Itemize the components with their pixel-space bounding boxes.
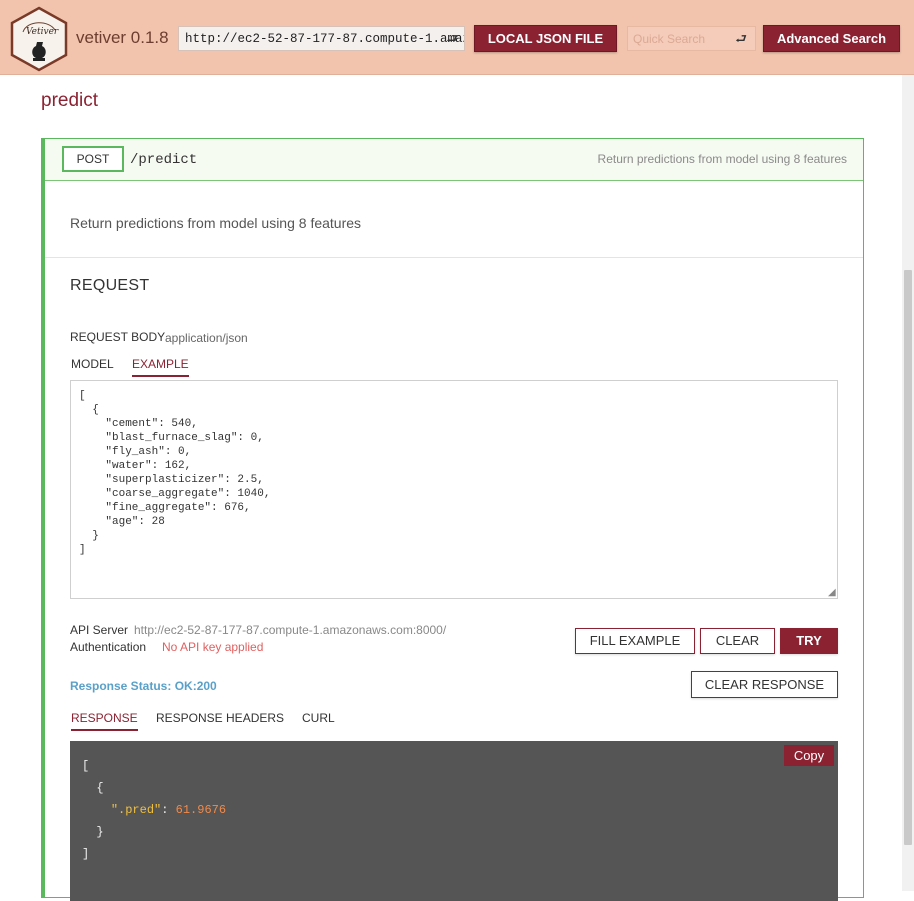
spec-url-input[interactable]: http://ec2-52-87-177-87.compute-1.amazo … [178, 26, 465, 51]
operation-summary: Return predictions from model using 8 fe… [597, 152, 847, 166]
tab-model[interactable]: MODEL [71, 357, 114, 375]
local-json-file-button[interactable]: LOCAL JSON FILE [474, 25, 617, 52]
response-status: Response Status: OK:200 [70, 679, 217, 693]
tab-curl[interactable]: CURL [302, 711, 335, 729]
vetiver-logo: Vetiver [9, 6, 69, 72]
authentication-value: No API key applied [162, 640, 264, 654]
return-arrow-icon[interactable]: ⮐ [735, 30, 747, 52]
clear-button[interactable]: CLEAR [700, 628, 775, 654]
response-status-label: Response Status: [70, 679, 172, 693]
request-title: REQUEST [70, 277, 150, 294]
fill-example-button[interactable]: FILL EXAMPLE [575, 628, 695, 654]
return-arrow-icon[interactable]: ⮐ [446, 30, 458, 50]
response-key: ".pred" [110, 803, 162, 817]
top-header: Vetiver vetiver 0.1.8 http://ec2-52-87-1… [0, 0, 914, 75]
try-button[interactable]: TRY [780, 628, 838, 654]
method-badge: POST [62, 146, 124, 172]
clear-response-button[interactable]: CLEAR RESPONSE [691, 671, 838, 698]
scrollbar-thumb[interactable] [904, 270, 912, 845]
app-title: vetiver 0.1.8 [76, 28, 169, 47]
operation-description: Return predictions from model using 8 fe… [70, 215, 362, 231]
page-heading: predict [41, 90, 99, 111]
response-json: [ { ".pred": 61.9676 } ] [82, 759, 227, 861]
response-value: 61.9676 [175, 803, 227, 817]
quick-search-input[interactable]: Quick Search ⮐ [627, 26, 756, 51]
tab-response[interactable]: RESPONSE [71, 711, 138, 731]
vertical-scrollbar[interactable] [902, 75, 914, 891]
quick-search-placeholder: Quick Search [633, 32, 706, 46]
spec-url-value: http://ec2-52-87-177-87.compute-1.amazo [185, 32, 465, 46]
divider [45, 257, 863, 258]
operation-card: POST /predict Return predictions from mo… [41, 138, 864, 901]
resize-grip-icon[interactable]: ◢ [828, 587, 836, 598]
tab-response-headers[interactable]: RESPONSE HEADERS [156, 711, 284, 729]
logo-text: Vetiver [26, 27, 59, 37]
operation-path: /predict [130, 152, 198, 168]
advanced-search-button[interactable]: Advanced Search [763, 25, 900, 52]
response-body: [ { ".pred": 61.9676 } ] Copy [70, 741, 838, 901]
api-server-value: http://ec2-52-87-177-87.compute-1.amazon… [134, 623, 447, 637]
authentication-label: Authentication [70, 640, 147, 654]
copy-button[interactable]: Copy [784, 745, 834, 766]
response-status-value: OK:200 [174, 679, 217, 693]
operation-header[interactable]: POST /predict Return predictions from mo… [45, 139, 863, 181]
request-body-editor[interactable]: [ { "cement": 540, "blast_furnace_slag":… [70, 380, 838, 599]
request-body-label: REQUEST BODY [70, 330, 166, 344]
divider [863, 258, 864, 897]
request-content-type: application/json [165, 331, 248, 345]
api-server-label: API Server [70, 623, 129, 637]
tab-example[interactable]: EXAMPLE [132, 357, 189, 377]
